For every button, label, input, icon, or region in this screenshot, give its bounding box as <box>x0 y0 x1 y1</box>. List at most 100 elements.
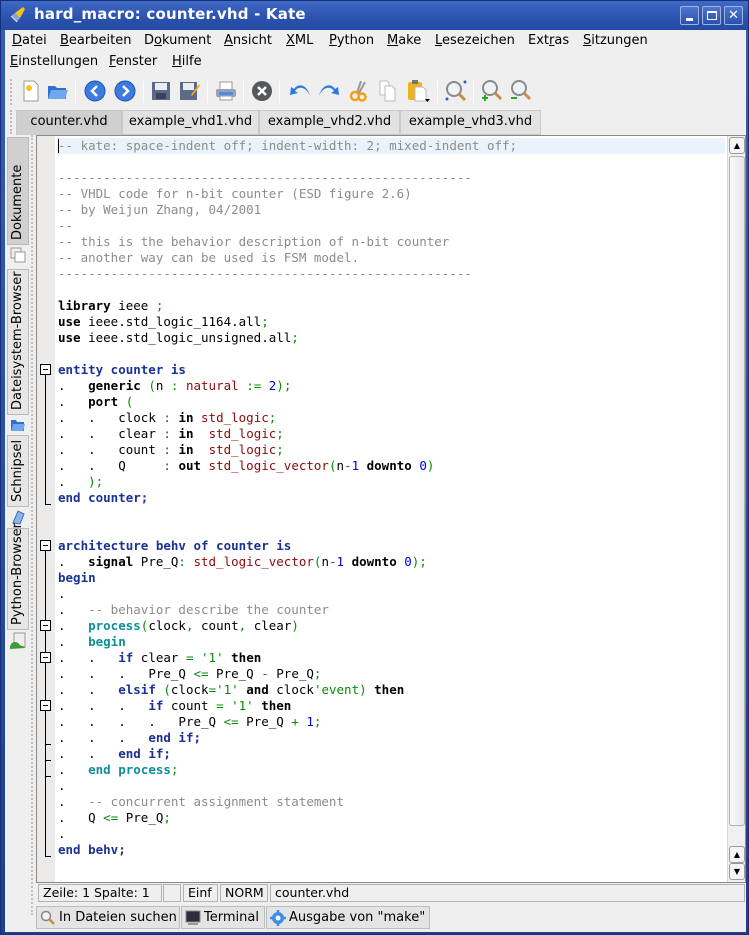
code-line[interactable] <box>57 522 725 538</box>
scrollbar-thumb[interactable] <box>729 156 745 826</box>
fold-collapse-toggle[interactable] <box>40 620 51 631</box>
tabbar-grip[interactable] <box>10 110 14 134</box>
code-line[interactable]: . . clock : in std_logic; <box>57 410 725 426</box>
code-line[interactable]: . . . . Pre_Q <= Pre_Q + 1; <box>57 714 725 730</box>
close-document-button[interactable] <box>249 78 275 104</box>
insert-mode[interactable]: Einf <box>183 884 218 902</box>
minimize-button[interactable] <box>680 6 699 25</box>
code-area[interactable]: -- kate: space-indent off; indent-width:… <box>57 138 725 880</box>
tab-example-vhd2[interactable]: example_vhd2.vhd <box>259 110 400 135</box>
back-button[interactable] <box>82 78 108 104</box>
undo-button[interactable] <box>287 78 313 104</box>
code-line[interactable]: ----------------------------------------… <box>57 266 725 282</box>
zoom-out-button[interactable] <box>508 78 534 104</box>
menu-extras[interactable]: Extras <box>528 33 569 48</box>
code-line[interactable]: . end process; <box>57 762 725 778</box>
code-line[interactable]: use ieee.std_logic_unsigned.all; <box>57 330 725 346</box>
tab-in-dateien-suchen[interactable]: In Dateien suchen <box>36 906 180 929</box>
tab-ausgabe-von-make[interactable]: Ausgabe von "make" <box>266 906 430 929</box>
menu-dokument[interactable]: Dokument <box>144 33 211 48</box>
title-bar[interactable]: hard_macro: counter.vhd - Kate ✕ <box>1 1 748 30</box>
tab-example-vhd1[interactable]: example_vhd1.vhd <box>122 110 259 135</box>
scroll-up-button[interactable]: ▲ <box>729 137 745 154</box>
code-line[interactable]: . <box>57 826 725 842</box>
code-line[interactable]: -- this is the behavior description of n… <box>57 234 725 250</box>
menu-fenster[interactable]: Fenster <box>109 54 157 69</box>
sidebar-splitter[interactable] <box>31 135 34 915</box>
save-button[interactable] <box>148 78 174 104</box>
menu-hilfe[interactable]: Hilfe <box>172 54 202 69</box>
menu-ansicht[interactable]: Ansicht <box>224 33 272 48</box>
code-line[interactable] <box>57 506 725 522</box>
menu-datei[interactable]: Datei <box>12 33 47 48</box>
code-line[interactable]: . ); <box>57 474 725 490</box>
code-line[interactable]: . generic (n : natural := 2); <box>57 378 725 394</box>
code-line[interactable]: . . count : in std_logic; <box>57 442 725 458</box>
code-line[interactable]: architecture behv of counter is <box>57 538 725 554</box>
code-line[interactable]: . . clear : in std_logic; <box>57 426 725 442</box>
menu-einstellungen[interactable]: Einstellungen <box>10 54 98 69</box>
code-line[interactable]: . -- concurrent assignment statement <box>57 794 725 810</box>
forward-button[interactable] <box>112 78 138 104</box>
code-line[interactable]: . signal Pre_Q: std_logic_vector(n-1 dow… <box>57 554 725 570</box>
sidebar-tab-dateisystem-browser[interactable]: Dateisystem-Browser <box>7 269 29 415</box>
code-line[interactable] <box>57 346 725 362</box>
menu-bearbeiten[interactable]: Bearbeiten <box>60 33 131 48</box>
selection-mode[interactable]: NORM <box>220 884 268 902</box>
menu-make[interactable]: Make <box>387 33 421 48</box>
code-line[interactable]: ----------------------------------------… <box>57 170 725 186</box>
code-line[interactable]: . -- behavior describe the counter <box>57 602 725 618</box>
code-line[interactable]: -- <box>57 218 725 234</box>
code-line[interactable]: begin <box>57 570 725 586</box>
menu-sitzungen[interactable]: Sitzungen <box>583 33 648 48</box>
tab-example-vhd3[interactable]: example_vhd3.vhd <box>400 110 541 135</box>
code-line-current[interactable]: -- kate: space-indent off; indent-width:… <box>57 138 725 154</box>
zoom-in-button[interactable] <box>479 78 505 104</box>
editor-view[interactable]: -- kate: space-indent off; indent-width:… <box>36 135 746 883</box>
code-line[interactable]: entity counter is <box>57 362 725 378</box>
code-line[interactable]: . . . end if; <box>57 730 725 746</box>
code-line[interactable]: . . end if; <box>57 746 725 762</box>
cut-button[interactable] <box>346 78 372 104</box>
code-line[interactable]: . process(clock, count, clear) <box>57 618 725 634</box>
tab-terminal[interactable]: Terminal <box>181 906 265 929</box>
fold-collapse-toggle[interactable] <box>40 540 51 551</box>
fold-collapse-toggle[interactable] <box>40 700 51 711</box>
scroll-up-button-bottom[interactable]: ▲ <box>729 846 745 863</box>
fold-collapse-toggle[interactable] <box>40 364 51 375</box>
sidebar-tab-schnipsel[interactable]: Schnipsel <box>7 435 29 507</box>
sidebar-tab-dokumente[interactable]: Dokumente <box>7 137 29 245</box>
redo-button[interactable] <box>316 78 342 104</box>
print-button[interactable] <box>213 78 239 104</box>
code-line[interactable]: use ieee.std_logic_1164.all; <box>57 314 725 330</box>
maximize-button[interactable] <box>702 6 721 25</box>
code-line[interactable]: end counter; <box>57 490 725 506</box>
code-line[interactable]: . . if clear = '1' then <box>57 650 725 666</box>
code-line[interactable]: -- another way can be used is FSM model. <box>57 250 725 266</box>
toolbar-grip[interactable] <box>10 79 14 105</box>
code-line[interactable]: . <box>57 778 725 794</box>
code-line[interactable]: . . elsif (clock='1' and clock'event) th… <box>57 682 725 698</box>
code-line[interactable] <box>57 154 725 170</box>
code-line[interactable] <box>57 282 725 298</box>
tab-counter-vhd[interactable]: counter.vhd <box>16 110 122 135</box>
menu-lesezeichen[interactable]: Lesezeichen <box>435 33 515 48</box>
code-line[interactable]: . port ( <box>57 394 725 410</box>
code-line[interactable]: end behv; <box>57 842 725 858</box>
open-button[interactable] <box>45 78 71 104</box>
save-as-button[interactable] <box>177 78 203 104</box>
find-button[interactable] <box>443 78 469 104</box>
menu-xml[interactable]: XML <box>286 33 313 48</box>
copy-button[interactable] <box>375 78 401 104</box>
menu-python[interactable]: Python <box>329 33 374 48</box>
code-line[interactable]: . . . if count = '1' then <box>57 698 725 714</box>
fold-collapse-toggle[interactable] <box>40 652 51 663</box>
code-line[interactable]: -- by Weijun Zhang, 04/2001 <box>57 202 725 218</box>
new-document-button[interactable] <box>18 78 44 104</box>
code-line[interactable]: . Q <= Pre_Q; <box>57 810 725 826</box>
paste-button[interactable] <box>406 78 432 104</box>
code-line[interactable]: library ieee ; <box>57 298 725 314</box>
vertical-scrollbar[interactable]: ▲ ▲ ▼ <box>727 136 745 882</box>
code-line[interactable]: . begin <box>57 634 725 650</box>
scroll-down-button[interactable]: ▼ <box>729 863 745 880</box>
